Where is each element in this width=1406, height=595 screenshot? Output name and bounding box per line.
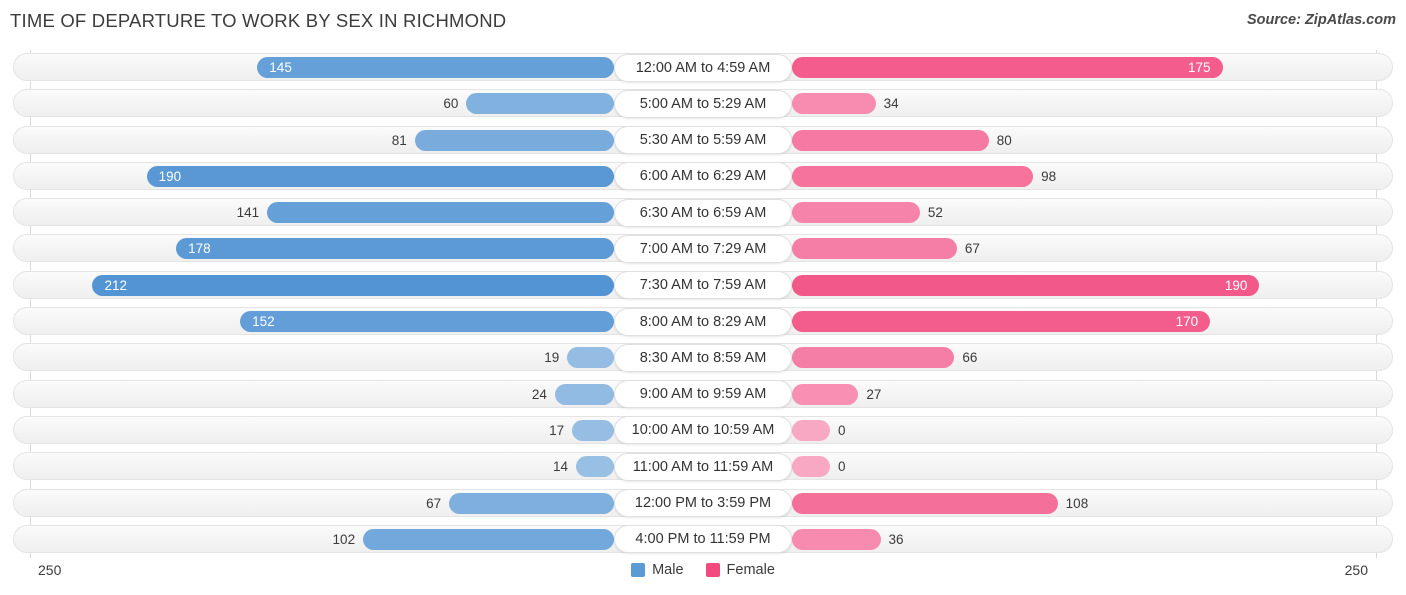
category-label: 12:00 AM to 4:59 AM (614, 53, 792, 82)
chart-row: 102 36 4:00 PM to 11:59 PM (0, 522, 1406, 558)
bar-value-male: 81 (391, 132, 407, 148)
bar-male[interactable] (92, 274, 614, 296)
bar-female[interactable] (792, 419, 830, 441)
bar-value-male: 102 (332, 531, 356, 547)
chart-plot-area: 145 175 12:00 AM to 4:59 AM 60 34 5:00 AM to … (0, 50, 1406, 558)
chart-header: TIME OF DEPARTURE TO WORK BY SEX IN RICH… (0, 0, 1406, 44)
bar-value-male: 178 (188, 241, 211, 257)
category-label: 12:00 PM to 3:59 PM (614, 489, 792, 518)
bar-male[interactable] (466, 93, 614, 115)
chart-row: 145 175 12:00 AM to 4:59 AM (0, 50, 1406, 86)
category-label: 11:00 AM to 11:59 AM (614, 452, 792, 481)
legend-swatch-icon (631, 563, 646, 577)
chart-legend: Male Female (0, 562, 1406, 578)
bar-female[interactable] (792, 347, 955, 369)
chart-rows: 145 175 12:00 AM to 4:59 AM 60 34 5:00 AM to … (0, 50, 1406, 558)
bar-male[interactable] (414, 129, 614, 151)
bar-female[interactable] (792, 383, 859, 405)
category-label: 8:30 AM to 8:59 AM (614, 343, 792, 372)
bar-female[interactable] (792, 456, 830, 478)
bar-value-male: 17 (549, 422, 565, 438)
category-label: 7:30 AM to 7:59 AM (614, 271, 792, 300)
category-label: 8:00 AM to 8:29 AM (614, 307, 792, 336)
chart-row: 14 0 11:00 AM to 11:59 AM (0, 449, 1406, 485)
chart-row: 190 98 6:00 AM to 6:29 AM (0, 159, 1406, 195)
page-title: TIME OF DEPARTURE TO WORK BY SEX IN RICH… (10, 10, 507, 31)
category-label: 6:30 AM to 6:59 AM (614, 198, 792, 227)
bar-value-male: 19 (544, 350, 560, 366)
bar-value-female: 170 (1175, 314, 1199, 330)
bar-value-male: 60 (443, 96, 459, 112)
bar-value-male: 14 (552, 459, 568, 475)
bar-female[interactable] (792, 165, 1034, 187)
legend-swatch-icon (705, 563, 720, 577)
bar-male[interactable] (363, 528, 614, 550)
bar-value-female: 190 (1224, 277, 1248, 293)
chart-row: 141 52 6:30 AM to 6:59 AM (0, 195, 1406, 231)
bar-male[interactable] (449, 492, 614, 514)
bar-value-female: 80 (996, 132, 1012, 148)
legend-item-female[interactable]: Female (705, 562, 775, 578)
chart-row: 60 34 5:00 AM to 5:29 AM (0, 86, 1406, 122)
bar-value-male: 24 (531, 386, 547, 402)
bar-value-female: 27 (866, 386, 882, 402)
chart-row: 19 66 8:30 AM to 8:59 AM (0, 340, 1406, 376)
chart-row: 67 108 12:00 PM to 3:59 PM (0, 486, 1406, 522)
bar-value-male: 190 (158, 168, 182, 184)
bar-value-female: 98 (1041, 168, 1057, 184)
bar-value-female: 52 (927, 205, 943, 221)
bar-female[interactable] (792, 492, 1058, 514)
legend-label: Male (652, 562, 684, 578)
category-label: 6:00 AM to 6:29 AM (614, 162, 792, 191)
category-label: 7:00 AM to 7:29 AM (614, 234, 792, 263)
category-label: 4:00 PM to 11:59 PM (614, 525, 792, 554)
bar-value-female: 108 (1065, 495, 1089, 511)
bar-female[interactable] (792, 528, 881, 550)
category-label: 9:00 AM to 9:59 AM (614, 380, 792, 409)
legend-label: Female (726, 562, 775, 578)
category-label: 5:00 AM to 5:29 AM (614, 89, 792, 118)
chart-row: 178 67 7:00 AM to 7:29 AM (0, 231, 1406, 267)
axis-tick-left: 250 (38, 562, 62, 578)
bar-value-female: 34 (883, 96, 899, 112)
bar-male[interactable] (567, 347, 614, 369)
bar-female[interactable] (792, 129, 989, 151)
bar-female[interactable] (792, 238, 957, 260)
bar-male[interactable] (267, 202, 614, 224)
bar-value-male: 67 (426, 495, 442, 511)
category-label: 10:00 AM to 10:59 AM (614, 416, 792, 445)
bar-female[interactable] (792, 93, 876, 115)
chart-footer: 250 250 Male Female (0, 556, 1406, 595)
bar-value-female: 175 (1187, 60, 1211, 75)
chart-row: 17 0 10:00 AM to 10:59 AM (0, 413, 1406, 449)
chart-row: 212 190 7:30 AM to 7:59 AM (0, 268, 1406, 304)
bar-value-male: 145 (269, 60, 292, 75)
axis-tick-right: 250 (1344, 562, 1368, 578)
chart-row: 81 80 5:30 AM to 5:59 AM (0, 123, 1406, 159)
bar-value-female: 0 (838, 459, 846, 475)
legend-item-male[interactable]: Male (631, 562, 684, 578)
bar-male[interactable] (554, 383, 614, 405)
bar-value-female: 66 (962, 350, 978, 366)
bar-value-male: 212 (104, 277, 127, 293)
bar-value-male: 152 (252, 314, 275, 330)
bar-male[interactable] (576, 456, 614, 478)
bar-value-female: 0 (838, 422, 846, 438)
chart-row: 152 170 8:00 AM to 8:29 AM (0, 304, 1406, 340)
bar-value-female: 36 (888, 531, 904, 547)
category-label: 5:30 AM to 5:59 AM (614, 126, 792, 155)
bar-value-male: 141 (236, 205, 260, 221)
source-attribution: Source: ZipAtlas.com (1246, 12, 1396, 28)
bar-male[interactable] (572, 419, 614, 441)
chart-row: 24 27 9:00 AM to 9:59 AM (0, 377, 1406, 413)
bar-value-female: 67 (964, 241, 980, 257)
bar-female[interactable] (792, 202, 920, 224)
